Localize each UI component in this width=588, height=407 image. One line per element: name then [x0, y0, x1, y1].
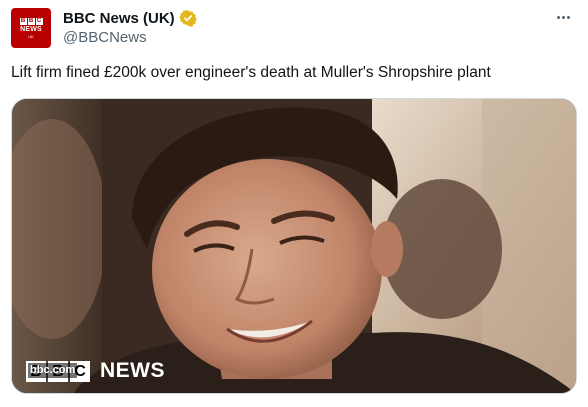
verified-badge-icon[interactable]	[178, 9, 197, 27]
avatar[interactable]: B B C NEWS UK	[11, 8, 51, 48]
account-handle[interactable]: @BBCNews	[63, 29, 147, 46]
watermark-site: bbc.com	[28, 363, 78, 378]
avatar-bbc-logo: B B C	[19, 17, 43, 25]
avatar-region-label: UK	[28, 33, 34, 39]
account-name-row: BBC News (UK)	[63, 8, 197, 28]
account-name[interactable]: BBC News (UK)	[63, 10, 175, 27]
bbc-news-watermark: B B C bbc.com NEWS	[26, 360, 165, 382]
avatar-news-label: NEWS	[20, 25, 42, 33]
avatar-block-1: B	[19, 17, 27, 25]
more-options-icon[interactable]	[552, 6, 574, 28]
tweet-text: Lift firm fined £200k over engineer's de…	[11, 64, 491, 81]
watermark-news-label: NEWS	[100, 359, 165, 382]
tweet-media-image[interactable]: B B C bbc.com NEWS	[11, 98, 577, 394]
avatar-block-2: B	[27, 17, 35, 25]
avatar-block-3: C	[35, 17, 43, 25]
portrait-photo	[12, 99, 576, 393]
tweet-card: B B C NEWS UK BBC News (UK) @BBCNews Lif…	[0, 0, 588, 407]
